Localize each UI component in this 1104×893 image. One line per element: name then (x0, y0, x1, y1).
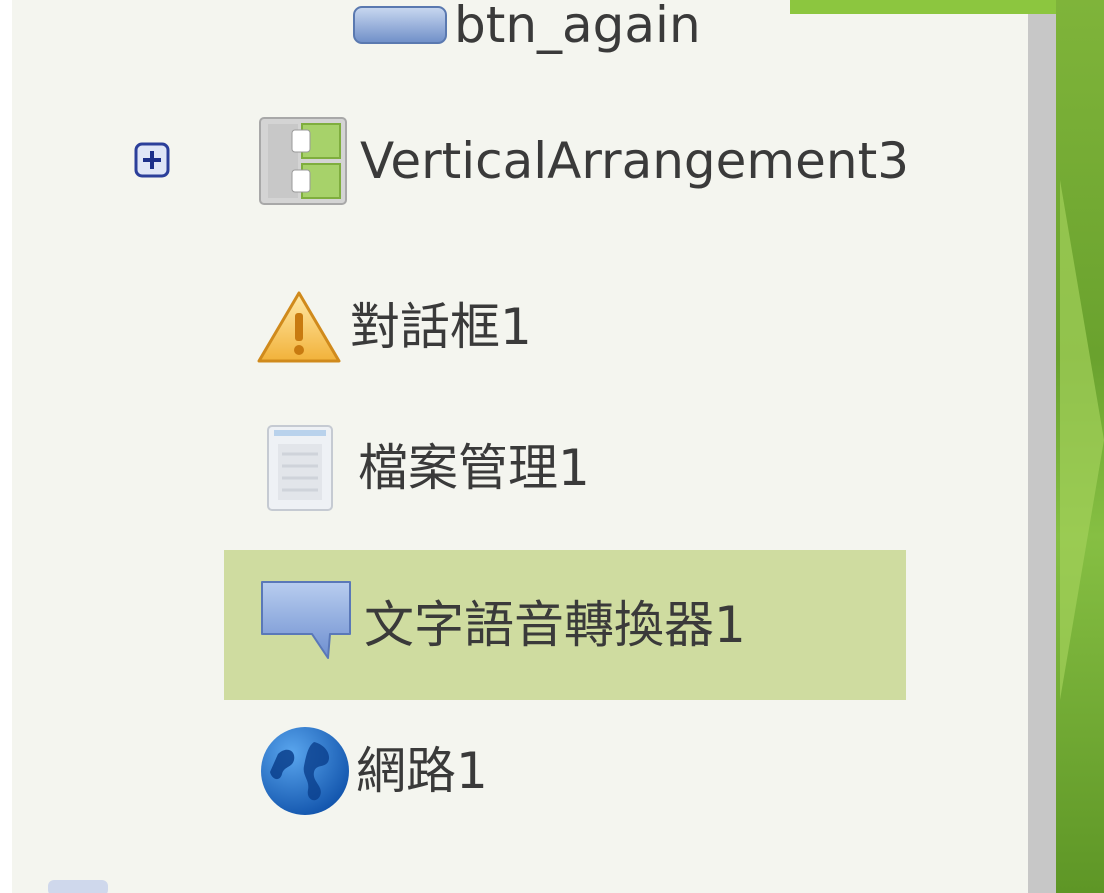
tree-item-notifier1[interactable]: 對話框1 (256, 272, 532, 382)
file-document-icon (267, 425, 333, 511)
tree-item-label: 文字語音轉換器1 (364, 596, 746, 654)
tree-item-label: btn_again (454, 0, 701, 54)
tree-item-texttospeech1[interactable]: 文字語音轉換器1 (224, 550, 906, 700)
expand-plus-icon[interactable] (134, 142, 170, 178)
next-item-icon (48, 880, 108, 893)
screenshot-stage: btn_again VerticalArrangement3 對話框1 檔案管理… (0, 0, 1104, 893)
speech-bubble-icon (261, 581, 351, 659)
button-icon (353, 6, 447, 44)
tree-item-btn-again[interactable]: btn_again (352, 0, 701, 80)
tree-item-label: 網路1 (356, 742, 488, 800)
slide-decoration-top (790, 0, 1060, 14)
globe-web-icon (261, 727, 349, 815)
components-tree-panel: btn_again VerticalArrangement3 對話框1 檔案管理… (12, 0, 1056, 893)
tree-item-file1[interactable]: 檔案管理1 (264, 413, 590, 523)
left-margin (0, 0, 12, 893)
vertical-arrangement-icon (259, 117, 347, 205)
tree-item-web1[interactable]: 網路1 (258, 716, 488, 826)
tree-item-label: 檔案管理1 (358, 439, 590, 497)
tree-item-label: 對話框1 (350, 298, 532, 356)
warning-notifier-icon (257, 291, 341, 363)
slide-decoration-shard (1060, 180, 1104, 700)
tree-item-verticalarrangement3[interactable]: VerticalArrangement3 (258, 106, 909, 216)
tree-item-label: VerticalArrangement3 (360, 132, 909, 190)
